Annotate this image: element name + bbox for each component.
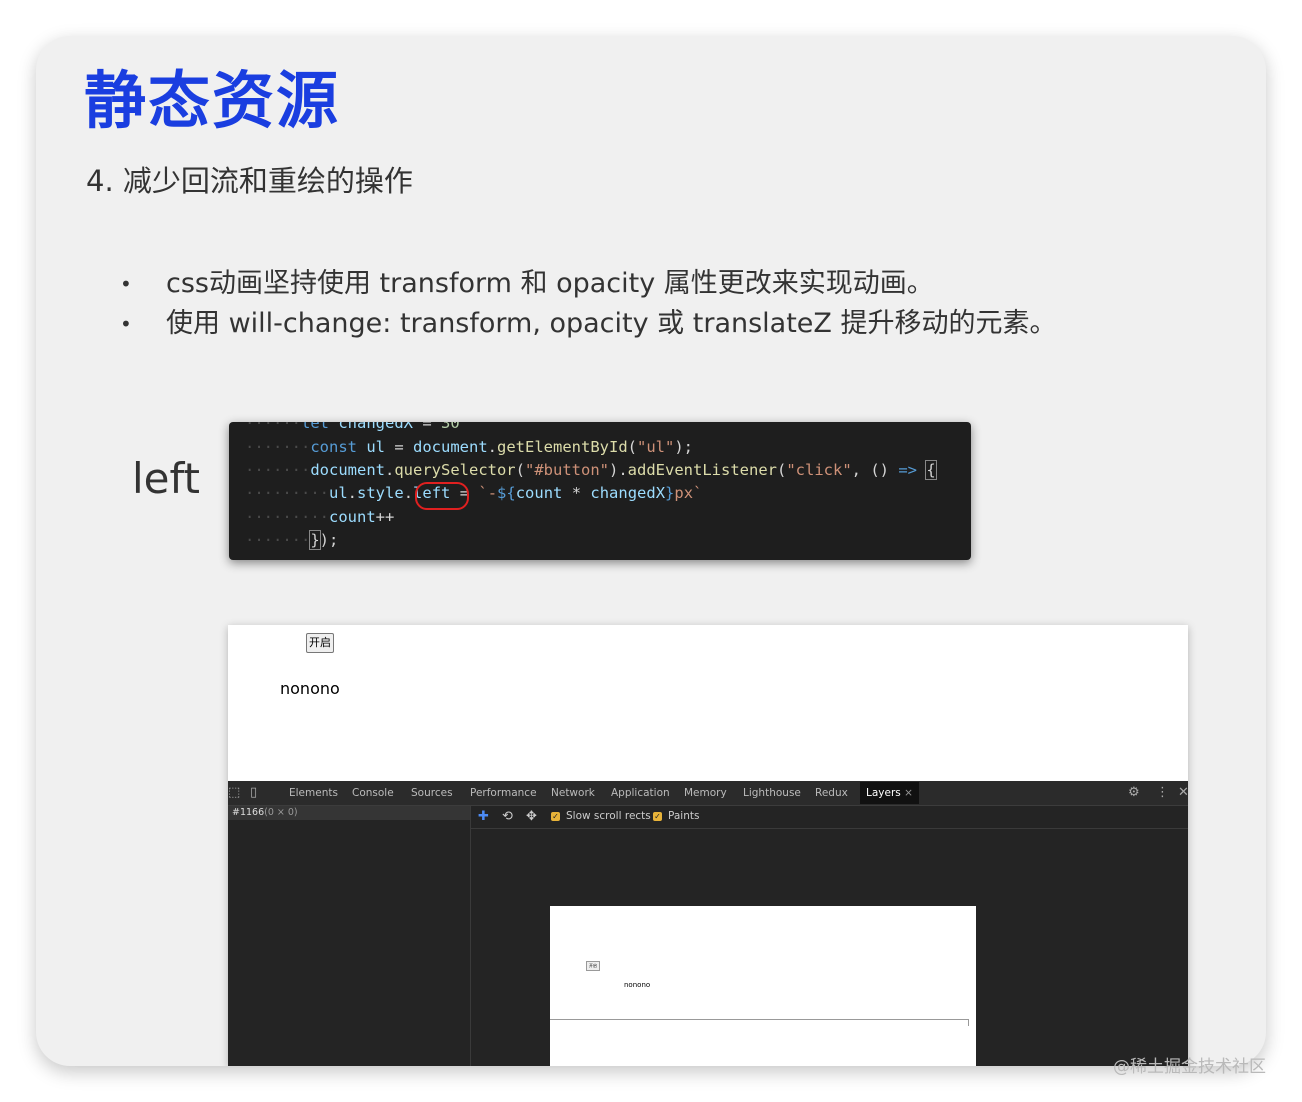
tab-lighthouse[interactable]: Lighthouse [743,787,801,799]
tab-network[interactable]: Network [551,787,595,799]
open-button[interactable]: 开启 [306,633,334,653]
devtools-tabbar: ⬚ ▯ Elements Console Sources Performance… [228,781,1188,806]
settings-icon[interactable]: ⚙ [1128,785,1140,800]
code-line: ·········ul.style.left = `-${count * cha… [245,484,703,502]
reset-icon[interactable]: ✥ [526,809,537,824]
slide-card: 静态资源 4. 减少回流和重绘的操作 • css动画坚持使用 transform … [36,36,1266,1066]
tab-memory[interactable]: Memory [684,787,727,799]
slide-subtitle: 4. 减少回流和重绘的操作 [86,164,413,198]
tab-application[interactable]: Application [611,787,670,799]
layer-preview[interactable]: 开启 nonono [550,906,976,1066]
bullet-item: • css动画坚持使用 transform 和 opacity 属性更改来实现动画… [116,264,1057,304]
page-text: nonono [280,679,340,698]
bullet-text: 使用 will-change: transform, opacity 或 tra… [166,308,1057,339]
tab-console[interactable]: Console [352,787,394,799]
bullet-item: • 使用 will-change: transform, opacity 或 tr… [116,304,1057,344]
code-line: ······let changedX = 30 [245,422,460,432]
layers-tree: #1166(0 × 0) [228,806,471,1066]
tab-performance[interactable]: Performance [470,787,537,799]
kebab-menu-icon[interactable]: ⋮ [1156,785,1169,800]
bullet-marker: • [120,312,132,336]
inspect-icon[interactable]: ⬚ [228,785,240,800]
slide-title: 静态资源 [84,64,341,137]
tab-layers-label: Layers [866,787,901,799]
preview-button: 开启 [586,961,600,971]
tab-elements[interactable]: Elements [289,787,338,799]
code-screenshot: ······let changedX = 30 ·······const ul … [229,422,971,560]
pan-icon[interactable]: ✚ [478,809,489,824]
watermark: @稀土掘金技术社区 [1113,1057,1266,1077]
layer-tree-row[interactable]: #1166(0 × 0) [228,806,470,820]
code-line: ·······}); [245,530,339,550]
preview-layer-outline [550,1019,969,1026]
tab-redux[interactable]: Redux [815,787,848,799]
layers-toolbar: ✚ ⟲ ✥ ✓ Slow scroll rects ✓ Paints [471,806,1188,829]
paints-label: Paints [668,810,700,822]
browser-screenshot: 开启 nonono ⬚ ▯ Elements Console Sources P… [228,625,1188,1066]
code-line: ·······document.querySelector("#button")… [245,460,937,480]
devtools-panel: ⬚ ▯ Elements Console Sources Performance… [228,781,1188,1066]
layer-size: (0 × 0) [264,807,298,818]
bullet-text: css动画坚持使用 transform 和 opacity 属性更改来实现动画。 [166,268,934,299]
side-label: left [132,454,201,503]
tab-sources[interactable]: Sources [411,787,453,799]
close-icon[interactable]: ✕ [1178,785,1188,800]
code-line: ·········count++ [245,508,395,526]
layer-id: #1166 [232,807,265,818]
device-icon[interactable]: ▯ [250,785,257,800]
tab-layers[interactable]: Layers × [860,782,919,804]
slow-scroll-checkbox[interactable]: ✓ [551,812,560,821]
preview-text: nonono [624,981,651,989]
highlight-circle [415,482,469,510]
tab-close-icon[interactable]: × [904,787,913,799]
bullet-list: • css动画坚持使用 transform 和 opacity 属性更改来实现动画… [116,264,1057,344]
code-line: ·······const ul = document.getElementByI… [245,438,694,456]
slow-scroll-label: Slow scroll rects [566,810,651,822]
bullet-marker: • [120,272,132,296]
paints-checkbox[interactable]: ✓ [653,812,662,821]
rotate-icon[interactable]: ⟲ [502,809,513,824]
